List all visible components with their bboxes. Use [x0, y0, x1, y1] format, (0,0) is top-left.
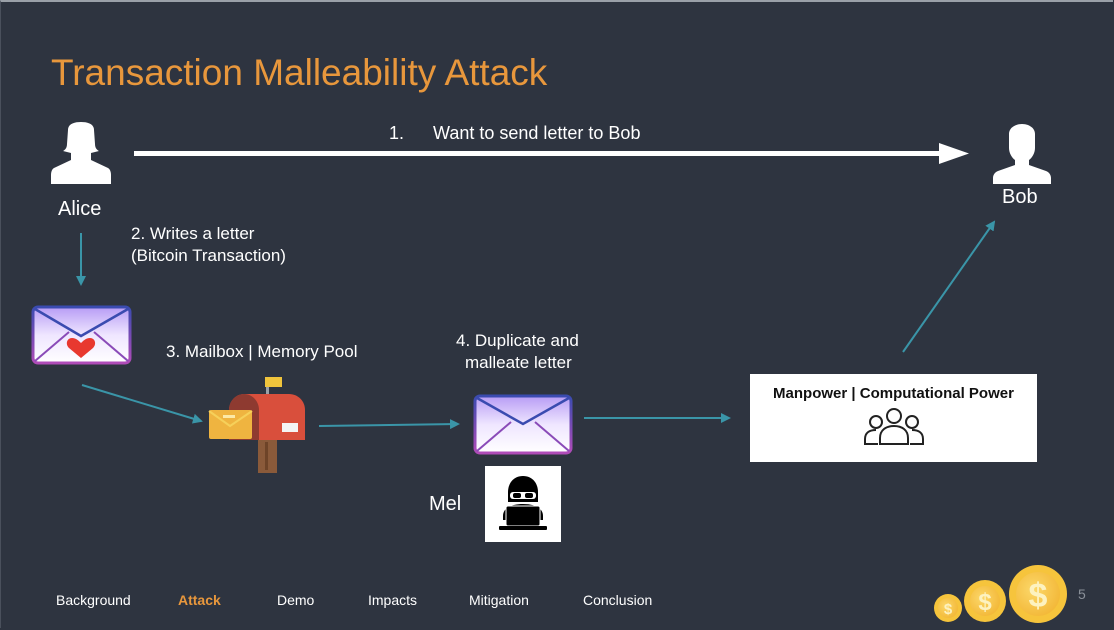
slide: Transaction Malleability Attack $ $ $ 1.…: [0, 0, 1113, 628]
computational-power-title: Manpower | Computational Power: [773, 385, 1014, 402]
page-number: 5: [1078, 586, 1086, 602]
svg-text:$: $: [1029, 577, 1048, 615]
coins-icon: $ $ $: [934, 565, 1067, 623]
svg-text:$: $: [944, 601, 953, 618]
mel-label: Mel: [429, 493, 462, 515]
step2-line1: 2. Writes a letter: [131, 224, 255, 243]
bob-icon: [993, 124, 1051, 184]
arrow-power-to-bob: [902, 220, 996, 353]
nav-conclusion[interactable]: Conclusion: [583, 592, 652, 608]
nav-attack[interactable]: Attack: [178, 592, 221, 608]
arrow-letter-to-mailbox: [81, 384, 203, 424]
mailbox-icon: [208, 377, 305, 473]
alice-label: Alice: [58, 198, 102, 220]
step3-text: 3. Mailbox | Memory Pool: [166, 342, 358, 361]
malleated-letter-icon: [473, 394, 573, 455]
alice-icon: [51, 122, 111, 184]
step4-line2: malleate letter: [465, 353, 572, 372]
group-users-icon: [864, 408, 924, 445]
mel-hacker-box: [485, 466, 561, 542]
arrow-mailbox-to-mel: [318, 419, 460, 430]
nav-mitigation[interactable]: Mitigation: [469, 592, 529, 608]
love-letter-icon: [31, 305, 132, 365]
arrow-alice-to-bob: [134, 143, 969, 164]
step1-text: Want to send letter to Bob: [433, 123, 641, 143]
nav-impacts[interactable]: Impacts: [368, 592, 417, 608]
nav-demo[interactable]: Demo: [277, 592, 314, 608]
svg-text:$: $: [978, 589, 992, 616]
step4-line1: 4. Duplicate and: [456, 331, 579, 350]
bob-label: Bob: [1002, 186, 1038, 208]
computational-power-box: Manpower | Computational Power: [750, 374, 1037, 462]
nav-background[interactable]: Background: [56, 592, 131, 608]
step2-line2: (Bitcoin Transaction): [131, 246, 286, 265]
step1-number: 1.: [389, 123, 405, 143]
hacker-laptop-icon: [499, 476, 547, 530]
